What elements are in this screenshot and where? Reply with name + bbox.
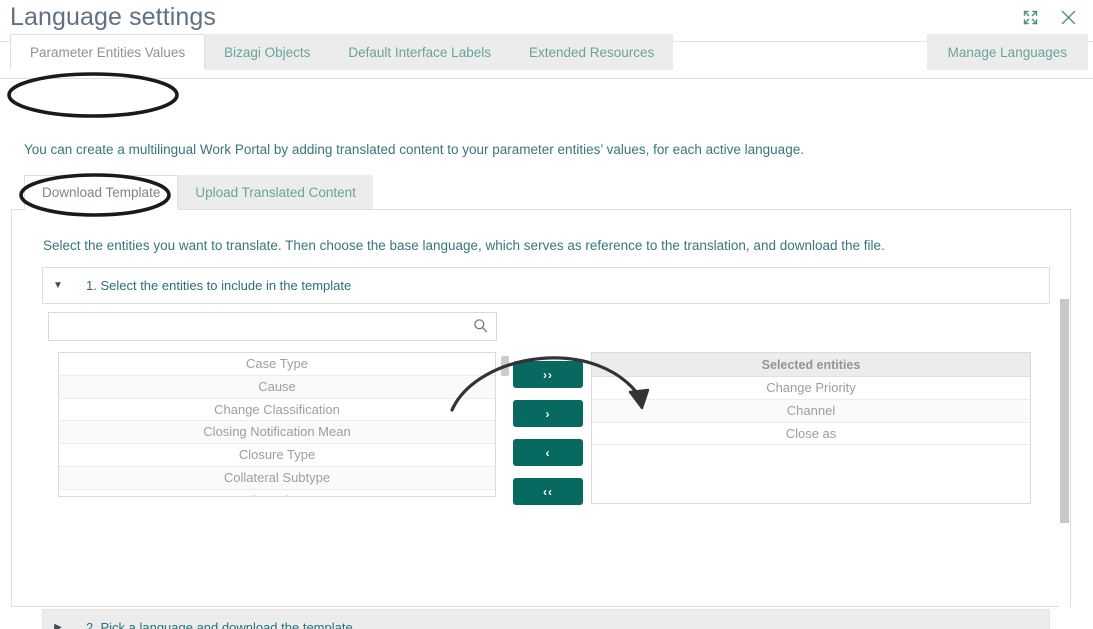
list-item[interactable]: Closing Notification Mean bbox=[59, 421, 495, 445]
list-item[interactable]: Change Priority bbox=[592, 377, 1030, 400]
scrollbar-thumb[interactable] bbox=[1060, 299, 1069, 523]
main-tabs-right: Manage Languages bbox=[926, 34, 1088, 70]
search-input[interactable] bbox=[49, 313, 469, 340]
move-all-right-button[interactable]: ›› bbox=[513, 361, 583, 388]
tab-label: Bizagi Objects bbox=[224, 44, 311, 60]
list-item[interactable]: Close as bbox=[592, 422, 1030, 446]
tab-label: Manage Languages bbox=[947, 44, 1067, 60]
panel-scrollbar[interactable] bbox=[1059, 211, 1069, 607]
accordion-step-2-header[interactable]: ▶ 2. Pick a language and download the te… bbox=[42, 609, 1050, 629]
page-title: Language settings bbox=[10, 3, 217, 31]
panel-description: Select the entities you want to translat… bbox=[43, 238, 885, 253]
scrollbar-thumb[interactable] bbox=[501, 356, 509, 376]
download-template-panel: Select the entities you want to translat… bbox=[11, 209, 1071, 629]
list-item[interactable]: Closure Type bbox=[59, 444, 495, 467]
tab-default-interface-labels[interactable]: Default Interface Labels bbox=[329, 34, 510, 70]
list-item[interactable]: Change Classification bbox=[59, 398, 495, 422]
list-item[interactable]: Collateral Subtype bbox=[59, 466, 495, 490]
subtab-upload-translated-content[interactable]: Upload Translated Content bbox=[178, 175, 373, 210]
move-right-button[interactable]: › bbox=[513, 400, 583, 427]
list-item[interactable]: Case Type bbox=[59, 353, 495, 376]
accordion-step-2-label: 2. Pick a language and download the temp… bbox=[86, 620, 353, 629]
selected-entities-list[interactable]: Selected entities Change Priority Channe… bbox=[591, 352, 1031, 504]
tab-extended-resources[interactable]: Extended Resources bbox=[509, 34, 674, 70]
intro-description: You can create a multilingual Work Porta… bbox=[24, 142, 804, 157]
window-controls bbox=[1019, 6, 1079, 28]
list-item[interactable]: Collateral Type bbox=[59, 489, 495, 496]
available-entities-scrollbar[interactable] bbox=[501, 352, 509, 497]
dialog-body: You can create a multilingual Work Porta… bbox=[0, 79, 1093, 629]
accordion-step-1-label: 1. Select the entities to include in the… bbox=[86, 278, 352, 293]
language-settings-dialog: Language settings Parameter Entities Val… bbox=[0, 0, 1093, 629]
list-item[interactable]: Cause bbox=[59, 375, 495, 399]
main-tabs: Parameter Entities Values Bizagi Objects… bbox=[10, 34, 674, 70]
sub-tabs: Download Template Upload Translated Cont… bbox=[24, 175, 373, 210]
tab-parameter-entities-values[interactable]: Parameter Entities Values bbox=[10, 34, 206, 70]
chevron-down-icon: ▼ bbox=[53, 280, 63, 291]
available-entities-list[interactable]: Case Type Cause Change Classification Cl… bbox=[58, 352, 496, 497]
transfer-button-group: ›› › ‹ ‹‹ bbox=[513, 361, 583, 505]
close-icon[interactable] bbox=[1057, 6, 1079, 28]
selected-entities-header: Selected entities bbox=[592, 353, 1030, 377]
tab-manage-languages[interactable]: Manage Languages bbox=[926, 34, 1088, 70]
subtab-label: Upload Translated Content bbox=[195, 185, 356, 200]
tab-label: Parameter Entities Values bbox=[30, 44, 186, 60]
accordion-step-1-header[interactable]: ▼ 1. Select the entities to include in t… bbox=[42, 267, 1050, 304]
chevron-right-icon: ▶ bbox=[54, 622, 62, 629]
expand-icon[interactable] bbox=[1019, 6, 1041, 28]
move-all-left-button[interactable]: ‹‹ bbox=[513, 478, 583, 505]
move-left-button[interactable]: ‹ bbox=[513, 439, 583, 466]
entity-search-box bbox=[48, 312, 497, 341]
list-item[interactable]: Channel bbox=[592, 399, 1030, 423]
tab-label: Extended Resources bbox=[528, 44, 655, 60]
subtab-label: Download Template bbox=[42, 185, 161, 200]
search-icon[interactable] bbox=[473, 318, 488, 338]
tab-label: Default Interface Labels bbox=[348, 44, 491, 60]
tab-bizagi-objects[interactable]: Bizagi Objects bbox=[205, 34, 330, 70]
subtab-download-template[interactable]: Download Template bbox=[24, 175, 179, 210]
